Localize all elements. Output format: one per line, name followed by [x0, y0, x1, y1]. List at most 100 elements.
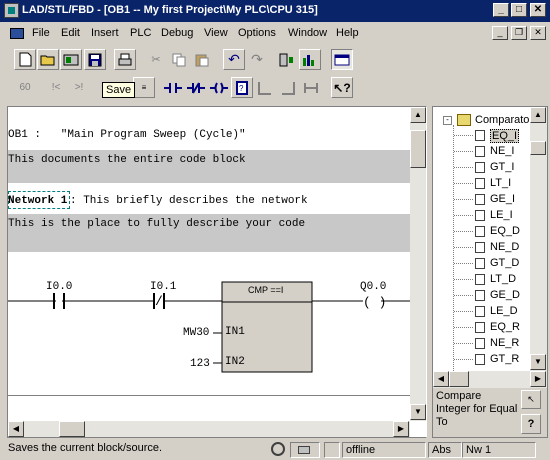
function-block-icon: [475, 354, 485, 365]
tree-scroll-down-button[interactable]: ▼: [530, 354, 546, 370]
function-block-icon: [475, 306, 485, 317]
status-abs-panel: Abs: [428, 442, 462, 458]
help-arrow-icon[interactable]: ↖: [521, 390, 541, 409]
app-icon[interactable]: [4, 3, 19, 18]
tree-item-label: NE_D: [490, 241, 520, 253]
print-icon[interactable]: [114, 49, 136, 70]
tree-scroll-left-button[interactable]: ◀: [433, 371, 449, 387]
tree-connector: [454, 263, 473, 264]
monitor-icon[interactable]: [299, 49, 321, 70]
toolbar-standard: ✂ ↶ ↷: [0, 46, 550, 74]
cut-icon[interactable]: ✂: [145, 49, 167, 70]
coil-icon[interactable]: [208, 77, 230, 98]
tree-root-label[interactable]: Comparator: [475, 114, 533, 126]
in2-operand[interactable]: 123: [190, 358, 210, 370]
status-nw: Nw 1: [466, 444, 492, 456]
network-label[interactable]: Network 1: [8, 195, 67, 207]
tree-item-label: LE_D: [490, 305, 518, 317]
block-comment-area[interactable]: This documents the entire code block: [8, 150, 410, 183]
copy-icon[interactable]: [168, 49, 190, 70]
vertical-scroll-thumb[interactable]: [410, 130, 426, 168]
in1-operand[interactable]: MW30: [183, 327, 209, 339]
coil-address[interactable]: Q0.0: [360, 281, 386, 293]
tree-item-label: NE_I: [490, 145, 515, 157]
connection-icon[interactable]: [300, 77, 322, 98]
paste-icon[interactable]: [191, 49, 213, 70]
block-comment[interactable]: This documents the entire code block: [8, 154, 246, 166]
overview-icon[interactable]: [331, 49, 353, 70]
new-icon[interactable]: [14, 49, 36, 70]
glasses-icon[interactable]: 60: [14, 77, 36, 98]
scroll-left-button[interactable]: ◀: [8, 421, 24, 437]
tree-connector: [454, 135, 473, 136]
mdi-minimize-button[interactable]: _: [492, 26, 508, 40]
box-icon[interactable]: ?: [231, 77, 253, 98]
tree-connector: [454, 343, 473, 344]
collapse-icon[interactable]: -: [443, 116, 452, 125]
redo-icon[interactable]: ↷: [246, 49, 268, 70]
tree-hscroll-thumb[interactable]: [449, 371, 469, 387]
no-contact-icon[interactable]: [162, 77, 184, 98]
context-help-icon[interactable]: ↖?: [331, 77, 353, 98]
menu-view[interactable]: View: [204, 27, 228, 39]
nc-contact-icon[interactable]: [185, 77, 207, 98]
menu-insert[interactable]: Insert: [91, 27, 119, 39]
doc-icon[interactable]: [10, 28, 24, 39]
close-branch-icon[interactable]: [277, 77, 299, 98]
help-button[interactable]: ?: [521, 414, 541, 434]
editor-vertical-scrollbar[interactable]: ▲ ▼: [410, 107, 426, 421]
program-elements-panel: - Comparator EQ_I NE_I GT_I LT_I GE_I LE_I EQ_…: [432, 106, 548, 438]
tree-vertical-scrollbar[interactable]: ▲ ▼: [530, 107, 547, 371]
tree-scroll-up-button[interactable]: ▲: [530, 107, 546, 123]
status-bar: Saves the current block/source. offline …: [0, 440, 550, 460]
menu-edit[interactable]: Edit: [61, 27, 80, 39]
program-editor[interactable]: OB1 : "Main Program Sweep (Cycle)" This …: [7, 106, 427, 438]
tree-item-label: LT_I: [490, 177, 512, 189]
function-block-icon: [475, 146, 485, 157]
save-icon[interactable]: [84, 49, 106, 70]
undo-icon[interactable]: ↶: [223, 49, 245, 70]
menu-window[interactable]: Window: [288, 27, 327, 39]
contact2-address[interactable]: I0.1: [150, 281, 176, 293]
horizontal-scroll-thumb[interactable]: [59, 421, 85, 437]
network-title[interactable]: : This briefly describes the network: [70, 195, 308, 207]
new-network-icon[interactable]: ≡: [133, 77, 155, 98]
tree-item-label: LE_I: [490, 209, 513, 221]
menu-plc[interactable]: PLC: [130, 27, 151, 39]
scroll-down-button[interactable]: ▼: [410, 404, 426, 420]
tree-item-label: GT_D: [490, 257, 520, 269]
coil-symbol: ( ): [363, 295, 387, 310]
tree-scroll-right-button[interactable]: ▶: [530, 371, 546, 387]
status-indicator-icon: [271, 442, 285, 456]
tree-connector: [454, 183, 473, 184]
accessible-nodes-icon[interactable]: [60, 49, 82, 70]
menu-options[interactable]: Options: [238, 27, 276, 39]
block-title[interactable]: OB1 : "Main Program Sweep (Cycle)": [8, 129, 246, 141]
network-comment-area[interactable]: This is the place to fully describe your…: [8, 214, 410, 252]
tree-scroll-thumb[interactable]: [530, 141, 546, 155]
network-comment[interactable]: This is the place to fully describe your…: [8, 218, 305, 230]
mdi-restore-button[interactable]: ❐: [511, 26, 527, 40]
scroll-up-button[interactable]: ▲: [410, 107, 426, 123]
minimize-button[interactable]: _: [493, 3, 509, 17]
menu-file[interactable]: File: [32, 27, 50, 39]
scroll-right-button[interactable]: ▶: [393, 421, 409, 437]
tree-item-label: GT_R: [490, 353, 520, 365]
mdi-close-button[interactable]: ✕: [530, 26, 546, 40]
menu-help[interactable]: Help: [336, 27, 359, 39]
branch-open-icon[interactable]: >!: [68, 77, 90, 98]
tree-connector: [454, 167, 473, 168]
tree-item-label: EQ_D: [490, 225, 520, 237]
tree-item-label: NE_R: [490, 337, 520, 349]
maximize-button[interactable]: □: [511, 3, 527, 17]
menu-debug[interactable]: Debug: [161, 27, 193, 39]
tree-horizontal-scrollbar[interactable]: ◀ ▶: [433, 371, 547, 388]
branch-close-icon[interactable]: !<: [45, 77, 67, 98]
open-branch-icon[interactable]: [254, 77, 276, 98]
open-icon[interactable]: [37, 49, 59, 70]
contact1-address[interactable]: I0.0: [46, 281, 72, 293]
editor-horizontal-scrollbar[interactable]: ◀ ▶: [8, 421, 410, 437]
tree-connector: [454, 215, 473, 216]
download-icon[interactable]: [276, 49, 298, 70]
close-button[interactable]: ✕: [530, 3, 546, 17]
